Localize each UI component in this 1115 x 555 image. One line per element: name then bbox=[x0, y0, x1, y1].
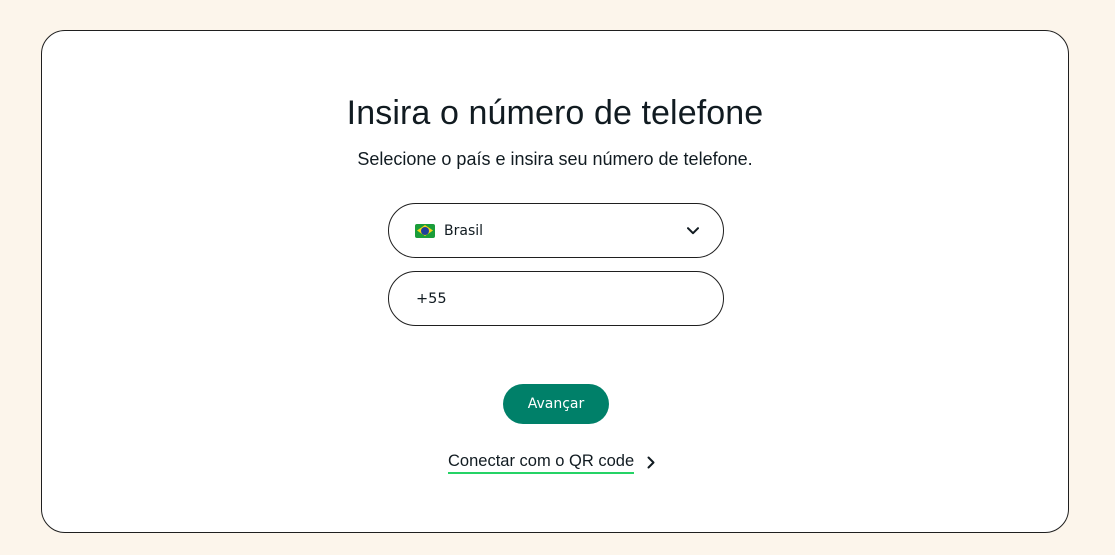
qr-code-link[interactable]: Conectar com o QR code bbox=[448, 450, 657, 474]
phone-number-input[interactable] bbox=[416, 290, 699, 307]
phone-number-field[interactable] bbox=[388, 271, 724, 326]
qr-code-link-label[interactable]: Conectar com o QR code bbox=[448, 450, 635, 474]
next-button[interactable]: Avançar bbox=[503, 384, 609, 424]
chevron-down-icon[interactable] bbox=[687, 225, 699, 237]
chevron-right-icon[interactable] bbox=[647, 455, 657, 469]
page-title: Insira o número de telefone bbox=[346, 94, 764, 132]
page-subtitle: Selecione o país e insira seu número de … bbox=[357, 149, 753, 169]
login-card: Insira o número de telefone Selecione o … bbox=[41, 30, 1069, 533]
country-selected-value: Brasil bbox=[444, 222, 484, 239]
country-select[interactable]: Brasil bbox=[388, 203, 724, 258]
brazil-flag-icon bbox=[415, 223, 435, 238]
